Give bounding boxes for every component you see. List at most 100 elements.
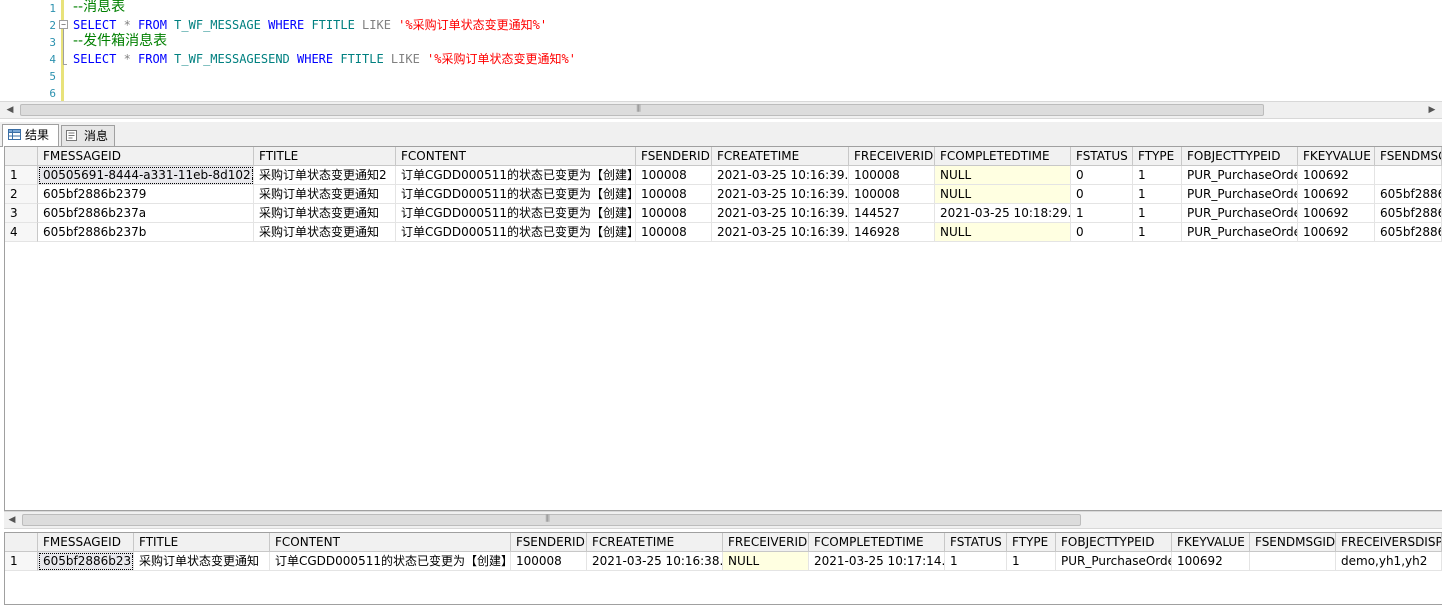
- table-cell[interactable]: 采购订单状态变更通知2: [254, 166, 396, 185]
- code-area[interactable]: --消息表 SELECT * FROM T_WF_MESSAGE WHERE F…: [73, 0, 1442, 101]
- column-header[interactable]: FOBJECTTYPEID: [1182, 147, 1298, 166]
- tab-results[interactable]: 结果: [2, 124, 59, 147]
- table-row[interactable]: 100505691-8444-a331-11eb-8d102153c6fb采购订…: [5, 166, 1442, 185]
- table-row[interactable]: 2 605bf2886b2379 采购订单状态变更通知 订单CGDD000511的状态…: [5, 185, 1442, 204]
- table-cell[interactable]: 100692: [1298, 185, 1375, 204]
- column-header[interactable]: FOBJECTTYPEID: [1056, 533, 1172, 552]
- column-header[interactable]: FCONTENT: [396, 147, 636, 166]
- table-cell[interactable]: 2021-03-25 10:16:38.657: [587, 552, 723, 571]
- row-number[interactable]: 3: [5, 204, 38, 223]
- table-cell[interactable]: demo,yh1,yh2: [1336, 552, 1442, 571]
- table-cell[interactable]: 1: [1133, 166, 1182, 185]
- table-row[interactable]: 3 605bf2886b237a 采购订单状态变更通知 订单CGDD000511的状态…: [5, 204, 1442, 223]
- table-cell[interactable]: 1: [1007, 552, 1056, 571]
- table-cell[interactable]: 605bf2886b237a: [38, 204, 254, 223]
- table-cell[interactable]: 144527: [849, 204, 935, 223]
- table-cell[interactable]: 100008: [636, 166, 712, 185]
- table-row[interactable]: 1 605bf2886b2375采购订单状态变更通知订单CGDD000511的状态…: [5, 552, 1442, 571]
- table-cell[interactable]: 100008: [636, 204, 712, 223]
- column-header[interactable]: FSENDMSGID: [1250, 533, 1336, 552]
- row-number[interactable]: 1: [5, 166, 38, 185]
- column-header[interactable]: FKEYVALUE: [1298, 147, 1375, 166]
- table-cell[interactable]: 100692: [1172, 552, 1250, 571]
- column-header[interactable]: FSENDMSGID: [1375, 147, 1442, 166]
- column-header[interactable]: FCOMPLETEDTIME: [809, 533, 945, 552]
- column-header[interactable]: FRECEIVERID: [849, 147, 935, 166]
- table-cell[interactable]: 100008: [849, 166, 935, 185]
- collapse-icon[interactable]: −: [59, 20, 68, 29]
- scroll-left-arrow-icon[interactable]: ◀: [4, 512, 20, 528]
- table-cell[interactable]: [1250, 552, 1336, 571]
- table-cell[interactable]: 采购订单状态变更通知: [254, 185, 396, 204]
- results-grid-2[interactable]: FMESSAGEID FTITLE FCONTENT FSENDERID FCR…: [4, 532, 1442, 605]
- table-cell[interactable]: 2021-03-25 10:16:39.100: [712, 185, 849, 204]
- table-cell[interactable]: PUR_PurchaseOrder: [1056, 552, 1172, 571]
- table-cell[interactable]: 订单CGDD000511的状态已变更为【创建】: [396, 204, 636, 223]
- column-header[interactable]: FRECEIVERID: [723, 533, 809, 552]
- scroll-right-arrow-icon[interactable]: ▶: [1424, 102, 1440, 118]
- table-cell[interactable]: 100692: [1298, 223, 1375, 242]
- table-cell[interactable]: 605bf2886b2: [1375, 204, 1442, 223]
- grid1-horizontal-scrollbar[interactable]: ◀ |||: [4, 511, 1442, 529]
- table-cell[interactable]: PUR_PurchaseOrder: [1182, 166, 1298, 185]
- table-cell[interactable]: 0: [1071, 166, 1133, 185]
- column-header[interactable]: FCREATETIME: [712, 147, 849, 166]
- column-header[interactable]: FTYPE: [1133, 147, 1182, 166]
- table-cell[interactable]: [1375, 166, 1442, 185]
- column-header[interactable]: FCREATETIME: [587, 533, 723, 552]
- column-header[interactable]: FTYPE: [1007, 533, 1056, 552]
- table-cell[interactable]: 100008: [849, 185, 935, 204]
- column-header[interactable]: FRECEIVERSDISP: [1336, 533, 1442, 552]
- table-cell[interactable]: 605bf2886b2379: [38, 185, 254, 204]
- table-cell[interactable]: 订单CGDD000511的状态已变更为【创建】: [396, 185, 636, 204]
- table-cell[interactable]: 1: [1071, 204, 1133, 223]
- table-cell[interactable]: 采购订单状态变更通知: [134, 552, 270, 571]
- table-cell[interactable]: 00505691-8444-a331-11eb-8d102153c6fb: [38, 166, 254, 185]
- table-cell[interactable]: 0: [1071, 223, 1133, 242]
- table-row[interactable]: 4 605bf2886b237b 采购订单状态变更通知 订单CGDD000511的状态…: [5, 223, 1442, 242]
- table-cell[interactable]: 2021-03-25 10:17:14.550: [809, 552, 945, 571]
- table-cell[interactable]: 100692: [1298, 166, 1375, 185]
- column-header[interactable]: FMESSAGEID: [38, 533, 134, 552]
- table-cell[interactable]: NULL: [935, 223, 1071, 242]
- table-cell[interactable]: 605bf2886b237b: [38, 223, 254, 242]
- table-cell[interactable]: 605bf2886b2: [1375, 185, 1442, 204]
- table-cell[interactable]: 100692: [1298, 204, 1375, 223]
- column-header[interactable]: FTITLE: [134, 533, 270, 552]
- table-cell[interactable]: 1: [1133, 204, 1182, 223]
- table-cell[interactable]: 100008: [636, 223, 712, 242]
- table-cell[interactable]: 1: [1133, 223, 1182, 242]
- scroll-left-arrow-icon[interactable]: ◀: [2, 102, 18, 118]
- table-cell[interactable]: PUR_PurchaseOrder: [1182, 204, 1298, 223]
- results-grid-1[interactable]: FMESSAGEID FTITLE FCONTENT FSENDERID FCR…: [4, 146, 1442, 511]
- table-cell[interactable]: 订单CGDD000511的状态已变更为【创建】: [270, 552, 511, 571]
- table-cell[interactable]: 采购订单状态变更通知: [254, 223, 396, 242]
- table-cell[interactable]: 2021-03-25 10:16:39.307: [712, 166, 849, 185]
- column-header[interactable]: FSTATUS: [945, 533, 1007, 552]
- table-cell[interactable]: 605bf2886b2375: [38, 552, 134, 571]
- editor-horizontal-scrollbar[interactable]: ◀ ||| ▶: [0, 101, 1442, 119]
- table-cell[interactable]: 2021-03-25 10:16:39.100: [712, 204, 849, 223]
- table-cell[interactable]: 2021-03-25 10:16:39.100: [712, 223, 849, 242]
- table-cell[interactable]: 订单CGDD000511的状态已变更为【创建】: [396, 166, 636, 185]
- row-number[interactable]: 4: [5, 223, 38, 242]
- tab-messages[interactable]: 消息: [61, 125, 115, 146]
- table-cell[interactable]: 2021-03-25 10:18:29.687: [935, 204, 1071, 223]
- column-header[interactable]: FSENDERID: [636, 147, 712, 166]
- table-cell[interactable]: 1: [1133, 185, 1182, 204]
- row-number[interactable]: 2: [5, 185, 38, 204]
- column-header[interactable]: FSTATUS: [1071, 147, 1133, 166]
- table-cell[interactable]: 605bf2886b2: [1375, 223, 1442, 242]
- table-cell[interactable]: 100008: [511, 552, 587, 571]
- column-header[interactable]: FKEYVALUE: [1172, 533, 1250, 552]
- column-header[interactable]: FCONTENT: [270, 533, 511, 552]
- scrollbar-thumb[interactable]: [20, 104, 1264, 116]
- table-cell[interactable]: 0: [1071, 185, 1133, 204]
- table-cell[interactable]: NULL: [723, 552, 809, 571]
- table-cell[interactable]: 订单CGDD000511的状态已变更为【创建】: [396, 223, 636, 242]
- column-header[interactable]: FMESSAGEID: [38, 147, 254, 166]
- table-cell[interactable]: 采购订单状态变更通知: [254, 204, 396, 223]
- column-header[interactable]: FCOMPLETEDTIME: [935, 147, 1071, 166]
- table-cell[interactable]: 1: [945, 552, 1007, 571]
- table-cell[interactable]: PUR_PurchaseOrder: [1182, 223, 1298, 242]
